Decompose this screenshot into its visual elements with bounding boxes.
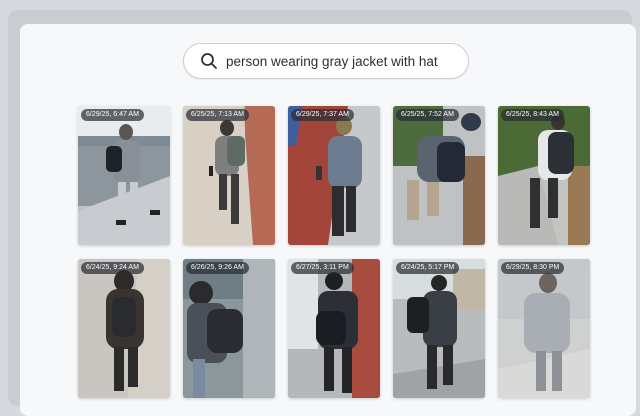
result-thumbnail[interactable]: 6/24/25, 5:17 PM bbox=[393, 259, 485, 398]
timestamp-badge: 6/29/25, 6:47 AM bbox=[81, 109, 144, 121]
result-thumbnail[interactable]: 6/25/25, 7:52 AM bbox=[393, 106, 485, 245]
result-image bbox=[498, 259, 590, 398]
result-thumbnail[interactable]: 6/29/25, 7:37 AM bbox=[288, 106, 380, 245]
result-image bbox=[183, 259, 275, 398]
result-thumbnail[interactable]: 6/27/25, 3:11 PM bbox=[288, 259, 380, 398]
result-thumbnail[interactable]: 6/29/25, 8:30 PM bbox=[498, 259, 590, 398]
result-image bbox=[183, 106, 275, 245]
search-results-panel: 6/29/25, 6:47 AM 6/25/25, 7:13 AM bbox=[20, 24, 636, 416]
timestamp-badge: 6/29/25, 8:30 PM bbox=[501, 262, 565, 274]
result-thumbnail[interactable]: 6/26/25, 9:26 AM bbox=[183, 259, 275, 398]
result-thumbnail[interactable]: 6/29/25, 6:47 AM bbox=[78, 106, 170, 245]
result-thumbnail[interactable]: 6/24/25, 9:24 AM bbox=[78, 259, 170, 398]
timestamp-badge: 6/26/25, 9:26 AM bbox=[186, 262, 249, 274]
results-grid: 6/29/25, 6:47 AM 6/25/25, 7:13 AM 6/29/2… bbox=[78, 106, 590, 398]
result-thumbnail[interactable]: 6/25/25, 8:43 AM bbox=[498, 106, 590, 245]
result-image bbox=[498, 106, 590, 245]
timestamp-badge: 6/25/25, 8:43 AM bbox=[501, 109, 564, 121]
search-icon[interactable] bbox=[200, 52, 218, 70]
result-image bbox=[78, 259, 170, 398]
result-image bbox=[78, 106, 170, 245]
timestamp-badge: 6/29/25, 7:37 AM bbox=[291, 109, 354, 121]
result-thumbnail[interactable]: 6/25/25, 7:13 AM bbox=[183, 106, 275, 245]
result-image bbox=[288, 106, 380, 245]
result-image bbox=[393, 259, 485, 398]
result-image bbox=[393, 106, 485, 245]
app-frame: 6/29/25, 6:47 AM 6/25/25, 7:13 AM bbox=[8, 10, 636, 416]
search-input[interactable] bbox=[226, 53, 466, 69]
timestamp-badge: 6/25/25, 7:13 AM bbox=[186, 109, 249, 121]
search-bar[interactable] bbox=[183, 43, 469, 79]
timestamp-badge: 6/25/25, 7:52 AM bbox=[396, 109, 459, 121]
timestamp-badge: 6/27/25, 3:11 PM bbox=[291, 262, 354, 274]
timestamp-badge: 6/24/25, 9:24 AM bbox=[81, 262, 144, 274]
result-image bbox=[288, 259, 380, 398]
timestamp-badge: 6/24/25, 5:17 PM bbox=[396, 262, 460, 274]
